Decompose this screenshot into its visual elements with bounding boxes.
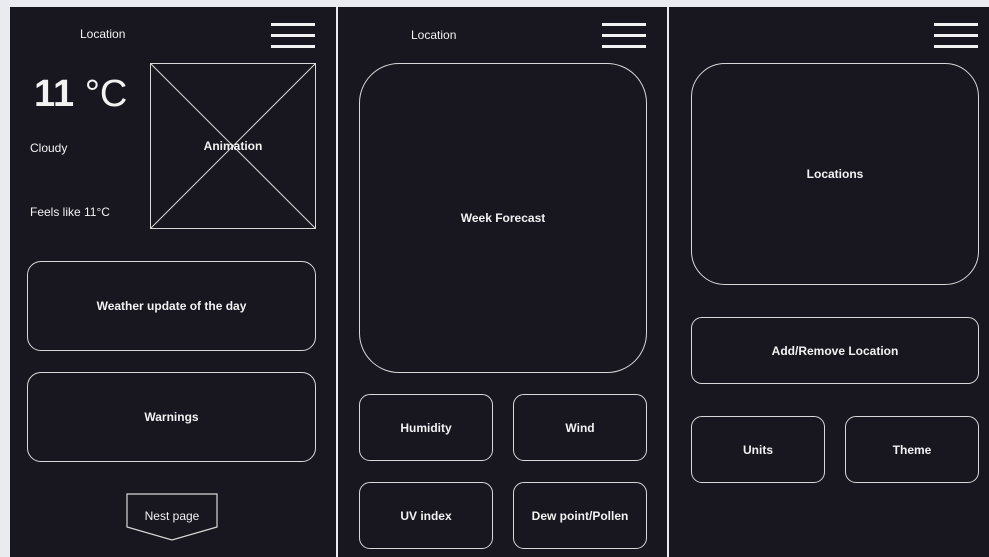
animation-label: Animation	[203, 139, 263, 153]
menu-icon[interactable]	[271, 23, 315, 49]
location-label: Location	[411, 28, 457, 42]
details-screen: Location Week Forecast Humidity Wind UV …	[338, 7, 667, 557]
next-page-label: Nest page	[144, 509, 200, 523]
week-forecast-card[interactable]: Week Forecast	[359, 63, 647, 373]
next-page-button[interactable]: Nest page	[126, 493, 218, 541]
temperature-value: 11	[34, 73, 75, 115]
theme-button[interactable]: Theme	[845, 416, 979, 483]
dew-point-pollen-button[interactable]: Dew point/Pollen	[513, 482, 647, 549]
add-remove-location-button[interactable]: Add/Remove Location	[691, 317, 979, 384]
daily-update-button[interactable]: Weather update of the day	[27, 261, 316, 351]
temperature-unit: °C	[84, 73, 128, 115]
wind-button[interactable]: Wind	[513, 394, 647, 461]
menu-icon[interactable]	[602, 23, 646, 49]
locations-card[interactable]: Locations	[691, 63, 979, 285]
animation-placeholder: Animation	[150, 63, 316, 229]
settings-screen: Locations Add/Remove Location Units Them…	[669, 7, 989, 557]
uv-index-button[interactable]: UV index	[359, 482, 493, 549]
warnings-button[interactable]: Warnings	[27, 372, 316, 462]
home-screen: Location 11 °C Cloudy Feels like 11°C An…	[10, 7, 336, 557]
humidity-button[interactable]: Humidity	[359, 394, 493, 461]
temperature-readout: 11 °C	[34, 73, 127, 116]
condition-label: Cloudy	[30, 141, 68, 155]
location-label: Location	[80, 27, 126, 41]
feels-like-label: Feels like 11°C	[30, 205, 110, 219]
menu-icon[interactable]	[934, 23, 978, 49]
units-button[interactable]: Units	[691, 416, 825, 483]
